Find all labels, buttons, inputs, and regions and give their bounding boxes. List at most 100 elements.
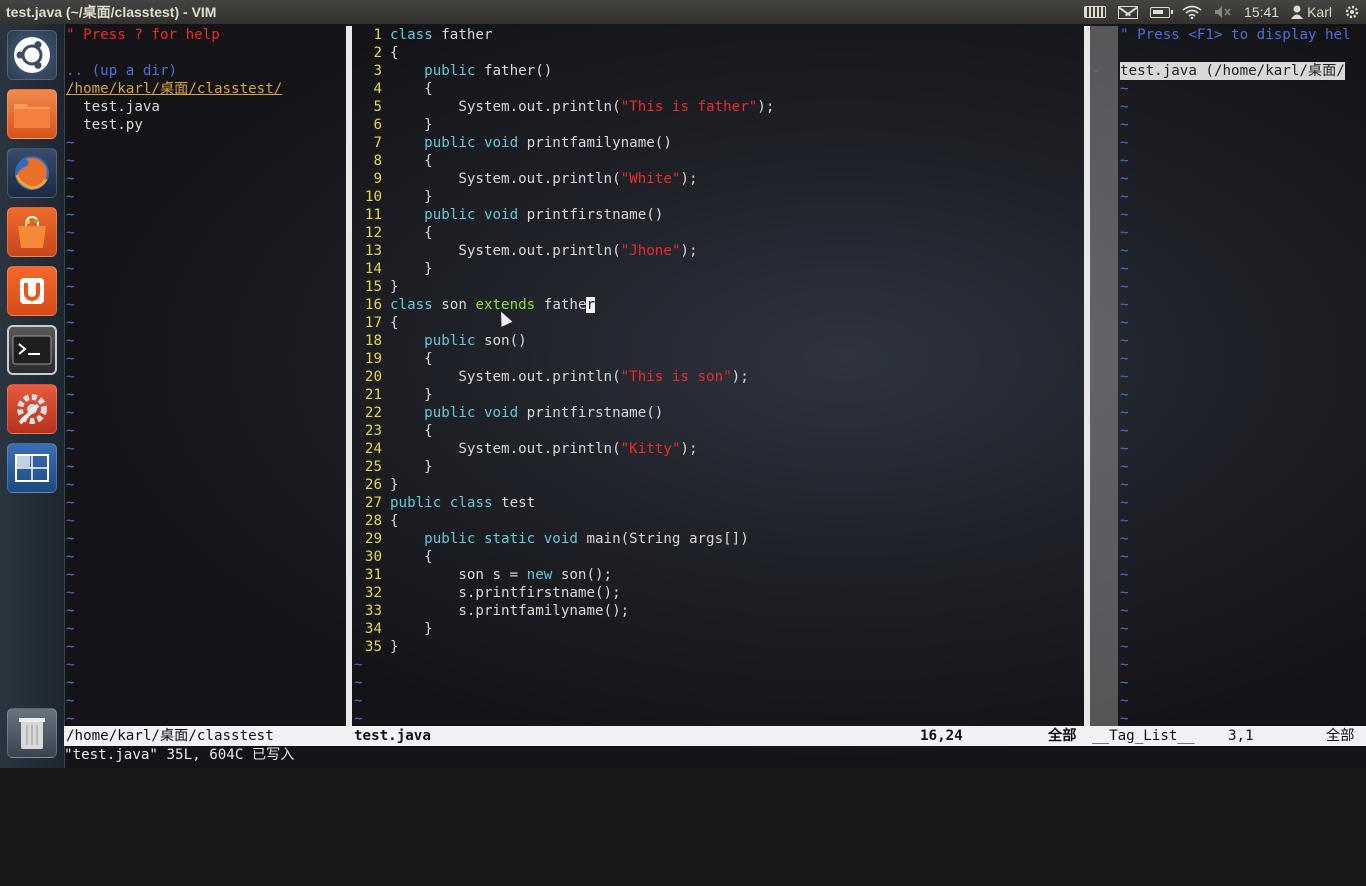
empty-line-tilde: ~ [1120, 459, 1129, 475]
empty-line-tilde: ~ [66, 423, 75, 439]
code-line[interactable]: 33 s.printfamilyname(); [352, 602, 629, 620]
code-line[interactable]: 13 System.out.println("Jhone"); [352, 242, 698, 260]
nerdtree-current-dir[interactable]: /home/karl/桌面/classtest/ [66, 80, 282, 98]
folder-icon [14, 104, 50, 128]
dash-home-button[interactable] [7, 30, 57, 80]
code-line[interactable]: 3 public father() [352, 62, 552, 80]
empty-line-tilde: ~ [354, 675, 363, 691]
code-line[interactable]: 31 son s = new son(); [352, 566, 612, 584]
code-line[interactable]: 24 System.out.println("Kitty"); [352, 440, 698, 458]
empty-line-tilde: ~ [354, 693, 363, 709]
workspaces-icon [15, 454, 49, 482]
empty-line-tilde: ~ [1120, 171, 1129, 187]
empty-line-tilde: ~ [1120, 189, 1129, 205]
code-line[interactable]: 9 System.out.println("White"); [352, 170, 697, 188]
code-line[interactable]: 21 } [352, 386, 433, 404]
empty-line-tilde: ~ [1120, 711, 1129, 726]
empty-line-tilde: ~ [66, 153, 75, 169]
taglist-fold-column: - [1090, 26, 1118, 726]
ubuntu-one-button[interactable] [7, 266, 57, 316]
empty-line-tilde: ~ [66, 549, 75, 565]
code-line[interactable]: 2{ [352, 44, 398, 62]
nerdtree-help-text: " Press ? for help [66, 27, 220, 43]
taglist-file-entry[interactable]: test.java (/home/karl/桌面/ [1120, 62, 1345, 80]
power-gear-icon[interactable] [1344, 4, 1360, 20]
user-menu[interactable]: Karl [1291, 4, 1332, 20]
code-line[interactable]: 23 { [352, 422, 433, 440]
user-name: Karl [1307, 4, 1332, 20]
code-line[interactable]: 17{ [352, 314, 399, 332]
code-line[interactable]: 28{ [352, 512, 399, 530]
empty-line-tilde: ~ [66, 333, 75, 349]
code-line[interactable]: 12 { [352, 224, 433, 242]
code-line[interactable]: 29 public static void main(String args[]… [352, 530, 749, 548]
empty-line-tilde: ~ [66, 693, 75, 709]
empty-line-tilde: ~ [66, 387, 75, 403]
volume-muted-icon[interactable] [1214, 5, 1232, 19]
empty-line-tilde: ~ [1120, 567, 1129, 583]
code-line[interactable]: 25 } [352, 458, 433, 476]
fold-marker: - [1092, 63, 1101, 79]
wifi-icon[interactable] [1182, 5, 1202, 19]
empty-line-tilde: ~ [1120, 351, 1129, 367]
trash-icon [19, 718, 45, 749]
code-line[interactable]: 20 System.out.println("This is son"); [352, 368, 749, 386]
ubuntu-logo-icon [14, 37, 50, 73]
empty-line-tilde: ~ [66, 369, 75, 385]
taglist-help-text: " Press <F1> to display hel [1120, 27, 1351, 43]
empty-line-tilde: ~ [1120, 423, 1129, 439]
code-line[interactable]: 15} [352, 278, 399, 296]
empty-line-tilde: ~ [66, 531, 75, 547]
nerdtree-pane[interactable]: " Press ? for help .. (up a dir) /home/k… [64, 26, 346, 726]
system-settings-button[interactable] [7, 384, 57, 434]
code-line[interactable]: 18 public son() [352, 332, 527, 350]
empty-line-tilde: ~ [66, 171, 75, 187]
battery-icon[interactable] [1150, 6, 1174, 18]
empty-line-tilde: ~ [66, 585, 75, 601]
code-line[interactable]: 27 public class test [352, 494, 535, 512]
code-line[interactable]: 19 { [352, 350, 433, 368]
empty-line-tilde: ~ [1120, 495, 1129, 511]
files-button[interactable] [7, 89, 57, 139]
trash-button[interactable] [7, 708, 57, 758]
mail-icon[interactable] [1118, 5, 1139, 19]
empty-line-tilde: ~ [1120, 477, 1129, 493]
code-line[interactable]: 14 } [352, 260, 433, 278]
code-line[interactable]: 6 } [352, 116, 432, 134]
nerdtree-up-dir[interactable]: .. (up a dir) [66, 62, 177, 80]
terminal-button[interactable] [7, 325, 57, 375]
code-editor-pane[interactable]: 1 class father 2{3 public father() 4 {5 Sys… [352, 26, 1084, 726]
code-line[interactable]: 5 System.out.println("This is father"); [352, 98, 774, 116]
vim-command-line[interactable]: "test.java" 35L, 604C 已写入 [64, 746, 1366, 768]
code-line[interactable]: 11 public void printfirstname() [352, 206, 663, 224]
nerdtree-file-item[interactable]: test.py [66, 116, 143, 134]
code-line[interactable]: 30 { [352, 548, 433, 566]
code-line[interactable]: 1 class father [352, 26, 492, 44]
code-line[interactable]: 16 class son extends father [352, 296, 596, 314]
empty-line-tilde: ~ [66, 297, 75, 313]
empty-line-tilde: ~ [1120, 279, 1129, 295]
software-center-button[interactable] [7, 207, 57, 257]
code-line[interactable]: 7 public void printfamilyname() [352, 134, 671, 152]
firefox-button[interactable] [7, 148, 57, 198]
nerdtree-file-item[interactable]: test.java [66, 98, 160, 116]
taglist-pane[interactable]: " Press <F1> to display hel test.java (/… [1118, 26, 1366, 726]
empty-line-tilde: ~ [1120, 621, 1129, 637]
code-line[interactable]: 8 { [352, 152, 432, 170]
empty-line-tilde: ~ [66, 135, 75, 151]
clock[interactable]: 15:41 [1244, 4, 1279, 20]
empty-line-tilde: ~ [66, 657, 75, 673]
keyboard-icon[interactable] [1084, 6, 1107, 18]
code-line[interactable]: 22 public void printfirstname() [352, 404, 663, 422]
code-line[interactable]: 10 } [352, 188, 433, 206]
code-line[interactable]: 4 { [352, 80, 432, 98]
empty-line-tilde: ~ [66, 441, 75, 457]
empty-line-tilde: ~ [66, 279, 75, 295]
code-line[interactable]: 32 s.printfirstname(); [352, 584, 621, 602]
empty-line-tilde: ~ [1120, 315, 1129, 331]
workspace-switcher-button[interactable] [7, 443, 57, 493]
code-line[interactable]: 35} [352, 638, 399, 656]
empty-line-tilde: ~ [66, 567, 75, 583]
code-line[interactable]: 26} [352, 476, 399, 494]
code-line[interactable]: 34 } [352, 620, 433, 638]
